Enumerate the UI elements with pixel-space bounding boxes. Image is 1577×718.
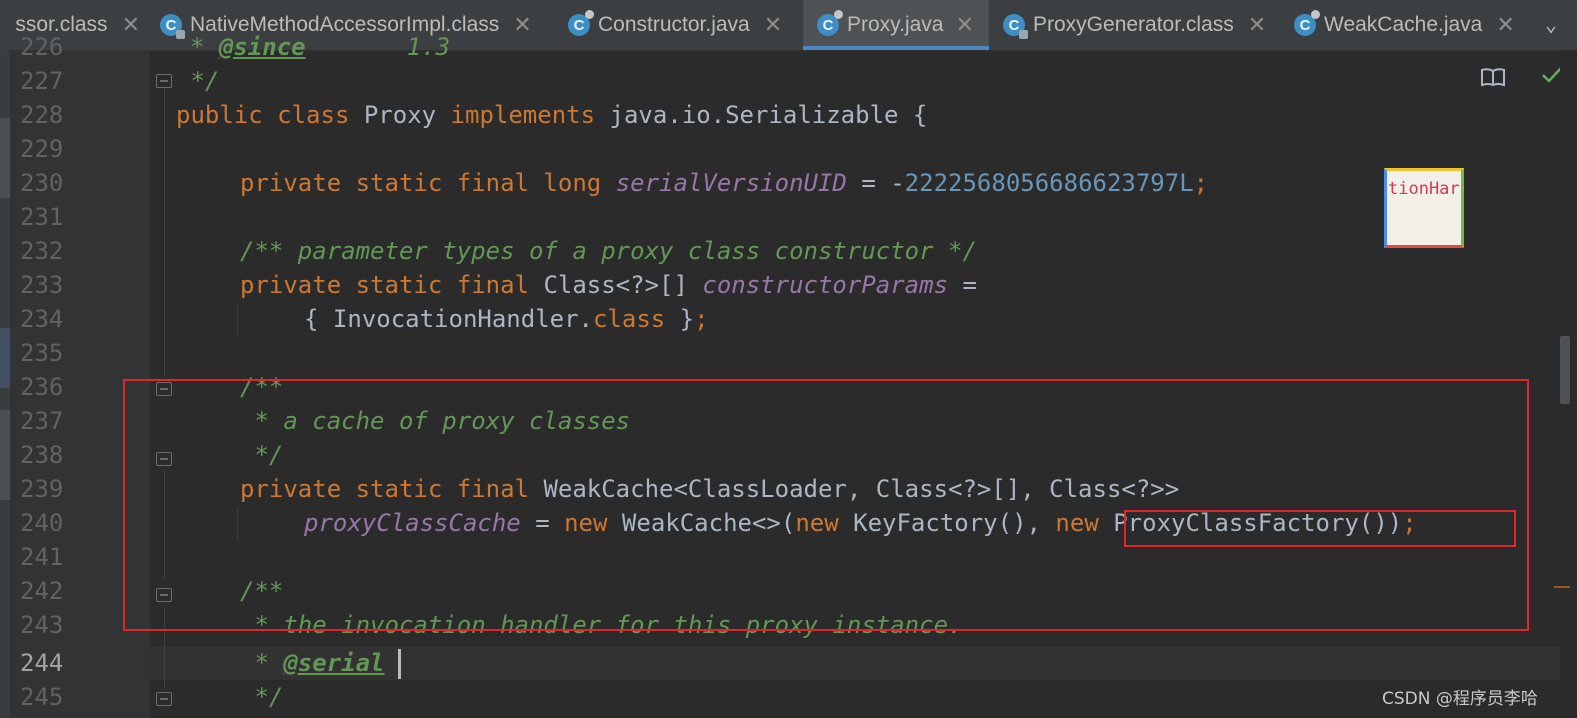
close-icon[interactable]: ✕ — [955, 12, 973, 38]
close-icon[interactable]: ✕ — [513, 12, 531, 38]
code-line-245: */ — [240, 683, 284, 711]
line-number: 245 — [20, 683, 64, 711]
indent-guide — [237, 304, 238, 336]
fold-guide — [164, 88, 165, 378]
code-line-226: * @since 1.3 — [190, 33, 451, 61]
java-file-icon: C — [1294, 10, 1320, 36]
code-line-228: public class Proxy implements java.io.Se… — [176, 101, 928, 129]
code-line-232: /** parameter types of a proxy class con… — [240, 237, 977, 265]
line-number: 228 — [20, 101, 64, 129]
class-file-icon: C — [160, 14, 185, 39]
line-number: 243 — [20, 611, 64, 639]
java-file-icon: C — [568, 10, 594, 36]
tab-label: Proxy.java — [847, 13, 944, 36]
watermark: CSDN @程序员李哈 — [1382, 689, 1538, 709]
line-number: 238 — [20, 441, 64, 469]
line-number: 233 — [20, 271, 64, 299]
close-icon[interactable]: ✕ — [1496, 12, 1514, 38]
line-number: 230 — [20, 169, 64, 197]
tab-label: WeakCache.java — [1324, 13, 1483, 36]
line-number: 229 — [20, 135, 64, 163]
line-number: 226 — [20, 33, 64, 61]
code-line-227: */ — [176, 67, 220, 95]
left-strip — [0, 50, 10, 718]
tab-proxygenerator-class[interactable]: C ProxyGenerator.class ✕ — [1003, 0, 1266, 50]
tab-proxy-java[interactable]: C Proxy.java ✕ — [803, 0, 989, 50]
line-number: 235 — [20, 339, 64, 367]
scrollbar-marker — [1554, 586, 1570, 588]
javadoc-tag: @serial — [283, 649, 385, 677]
fold-toggle[interactable] — [156, 74, 172, 88]
line-number: 227 — [20, 67, 64, 95]
annotation-box-proxyclassfactory — [1124, 510, 1516, 547]
javadoc-tag: @since — [218, 33, 306, 61]
popup-text: tionHar — [1388, 179, 1460, 199]
strip-marker — [0, 118, 10, 198]
line-number: 237 — [20, 407, 64, 435]
line-number: 241 — [20, 543, 64, 571]
line-number: 236 — [20, 373, 64, 401]
line-number: 242 — [20, 577, 64, 605]
scrollbar-thumb[interactable] — [1560, 336, 1570, 404]
annotation-box-cache-block — [123, 379, 1529, 631]
line-number: 232 — [20, 237, 64, 265]
text-caret — [398, 649, 401, 679]
close-icon[interactable]: ✕ — [122, 12, 140, 38]
class-file-icon: C — [1003, 14, 1028, 39]
line-number: 231 — [20, 203, 64, 231]
line-number: 240 — [20, 509, 64, 537]
close-icon[interactable]: ✕ — [1248, 12, 1266, 38]
line-number-current: 244 — [20, 649, 64, 677]
chevron-down-icon[interactable]: ⌄ — [1545, 12, 1557, 36]
line-number: 234 — [20, 305, 64, 333]
tab-label: ProxyGenerator.class — [1033, 13, 1234, 36]
code-line-230: private static final long serialVersionU… — [240, 169, 1209, 197]
tab-constructor-java[interactable]: C Constructor.java ✕ — [568, 0, 782, 50]
fold-toggle[interactable] — [156, 692, 172, 706]
strip-marker — [0, 328, 10, 388]
reader-mode-icon[interactable] — [1480, 66, 1506, 94]
close-icon[interactable]: ✕ — [764, 12, 782, 38]
tab-weakcache-java[interactable]: C WeakCache.java ✕ — [1294, 0, 1515, 50]
floating-preview-popup[interactable]: tionHar — [1384, 168, 1464, 248]
code-line-233: private static final Class<?>[] construc… — [240, 271, 977, 299]
java-file-icon: C — [817, 10, 843, 36]
line-number: 239 — [20, 475, 64, 503]
code-line-244: * @serial — [240, 649, 385, 677]
vertical-scrollbar[interactable] — [1554, 50, 1577, 718]
code-line-234: { InvocationHandler.class }; — [304, 305, 709, 333]
strip-marker — [0, 410, 10, 500]
tab-label: Constructor.java — [598, 13, 750, 36]
